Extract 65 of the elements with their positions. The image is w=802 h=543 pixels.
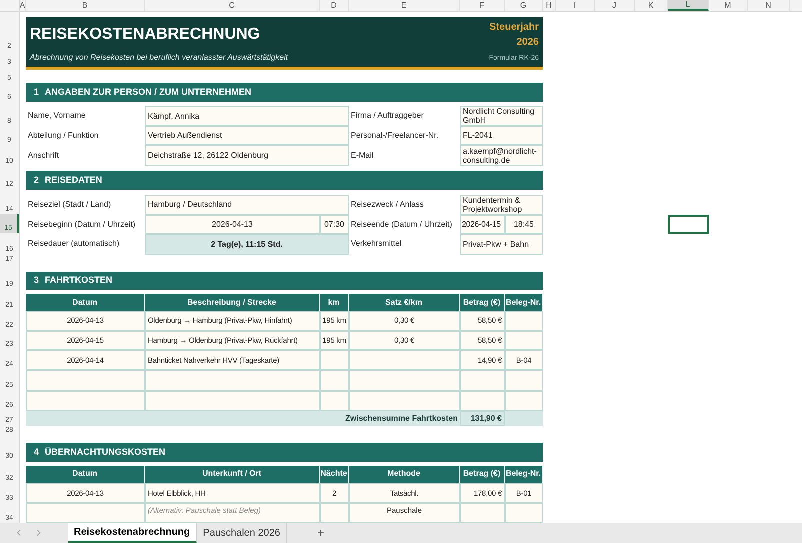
input-field[interactable]: Privat-Pkw + Bahn [460, 234, 543, 255]
subtotal-label: Zwischensumme Fahrtkosten [320, 410, 460, 426]
column-heading: Satz €/km [349, 294, 460, 311]
column-heading: Datum [26, 466, 145, 483]
column-heading: Betrag (€) [460, 466, 505, 483]
add-sheet-button[interactable]: + [313, 524, 328, 542]
subtotal-value: 131,90 € [460, 410, 505, 426]
column-heading: Beleg-Nr. [505, 466, 543, 483]
column-heading: Nächte [320, 466, 349, 483]
input-field[interactable]: Deichstraße 12, 26122 Oldenburg [145, 145, 349, 166]
section-header: 4 ÜBERNACHTUNGSKOSTEN [26, 443, 543, 462]
column-header[interactable]: M [709, 0, 748, 11]
field-label: Abteilung / Funktion [27, 130, 100, 142]
sheet-tab[interactable]: Reisekostenabrechnung [68, 523, 198, 543]
column-header[interactable]: I [556, 0, 595, 11]
section-header: 1 ANGABEN ZUR PERSON / ZUM UNTERNEHMEN [26, 83, 543, 102]
field-label: Reisezweck / Anlass [350, 198, 425, 211]
column-header[interactable]: F [460, 0, 505, 11]
column-header[interactable]: B [26, 0, 145, 11]
field-label: Reisebeginn (Datum / Uhrzeit) [27, 218, 137, 231]
time-field[interactable]: 18:45 [505, 215, 543, 234]
field-label: Anschrift [27, 150, 60, 162]
field-label: Reiseende (Datum / Uhrzeit) [350, 218, 454, 231]
column-header[interactable]: D [320, 0, 349, 11]
column-heading: Unterkunft / Ort [145, 466, 320, 483]
field-label: Verkehrsmittel [350, 238, 403, 250]
sheet-tab[interactable]: Pauschalen 2026 [197, 523, 288, 543]
field-label: Firma / Auftraggeber [350, 110, 425, 122]
tax-year: 2026 [516, 36, 539, 50]
input-field[interactable]: FL-2041 [460, 126, 543, 146]
field-label: Personal-/Freelancer-Nr. [350, 130, 440, 142]
column-heading: km [320, 294, 349, 311]
input-field[interactable]: Kämpf, Annika [145, 106, 349, 126]
input-field[interactable]: Vertrieb Außendienst [145, 126, 349, 146]
column-header[interactable]: L [668, 0, 709, 11]
input-field[interactable]: Kundentermin & Projektworkshop [460, 194, 543, 216]
field-label: Reisedauer (automatisch) [27, 238, 121, 250]
column-header[interactable]: N [748, 0, 790, 11]
input-field[interactable]: Hamburg / Deutschland [145, 194, 349, 216]
column-heading: Beschreibung / Strecke [145, 294, 320, 311]
field-label: Reiseziel (Stadt / Land) [27, 198, 112, 211]
computed-field: 2 Tag(e), 11:15 Std. [145, 234, 349, 255]
section-header: 2 REISEDATEN [26, 170, 543, 190]
column-header[interactable]: C [145, 0, 320, 11]
column-header[interactable]: G [505, 0, 543, 11]
column-heading: Beleg-Nr. [505, 294, 543, 311]
tax-year-label: Steuerjahr [490, 20, 539, 35]
form-title: REISEKOSTENABRECHNUNG [30, 26, 262, 44]
field-label: E-Mail [350, 150, 375, 162]
selected-cell[interactable] [668, 215, 709, 234]
column-heading: Betrag (€) [460, 294, 505, 311]
time-field[interactable]: 07:30 [320, 215, 349, 234]
column-header[interactable]: E [349, 0, 460, 11]
date-field[interactable]: 2026-04-15 [460, 215, 505, 234]
section-header: 3 FAHRTKOSTEN [26, 272, 543, 290]
column-heading: Methode [349, 466, 460, 483]
form-subtitle: Abrechnung von Reisekosten bei beruflich veranlasster Auswärtstätigkeit [30, 52, 288, 64]
column-header[interactable]: H [543, 0, 556, 11]
column-header[interactable]: J [595, 0, 635, 11]
input-field[interactable]: a.kaempf@nordlicht-consulting.de [460, 145, 543, 166]
field-label: Name, Vorname [27, 110, 87, 122]
input-field[interactable]: Nordlicht Consulting GmbH [460, 106, 543, 126]
date-field[interactable]: 2026-04-13 [145, 215, 320, 234]
column-heading: Datum [26, 294, 145, 311]
column-header[interactable]: A [20, 0, 26, 11]
